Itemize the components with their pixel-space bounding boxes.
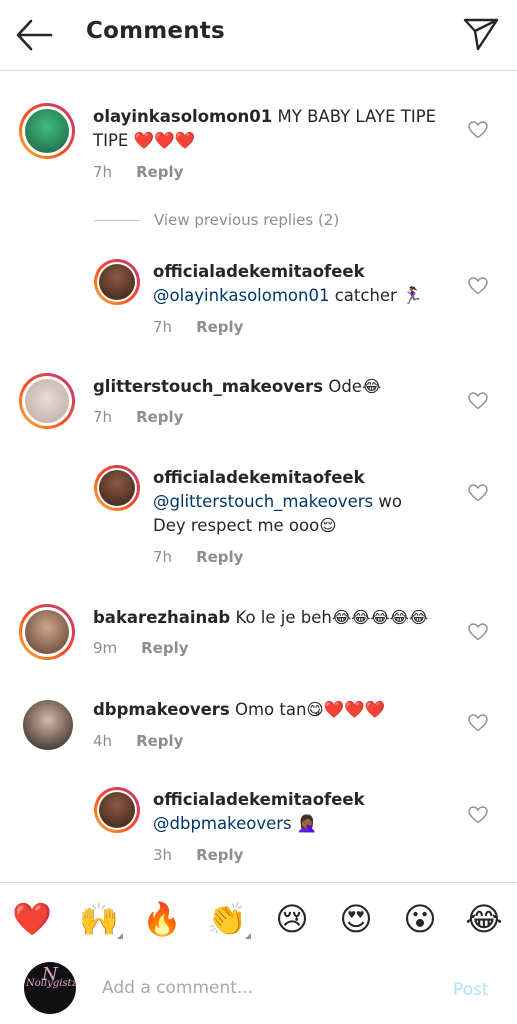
comment-meta: 4h Reply bbox=[93, 732, 183, 750]
like-heart-icon[interactable] bbox=[468, 806, 488, 824]
comment-item: bakarezhainab Ko le je beh😂😂😂😂😂 9m Reply bbox=[0, 596, 517, 676]
reply-button[interactable]: Reply bbox=[136, 163, 183, 181]
avatar[interactable] bbox=[19, 373, 75, 429]
comment-input[interactable] bbox=[102, 978, 422, 998]
like-heart-icon[interactable] bbox=[468, 121, 488, 139]
comment-time: 4h bbox=[93, 732, 113, 750]
top-bar: Comments bbox=[0, 0, 517, 71]
comment-text: officialadekemitaofeek @dbpmakeovers 🤦🏾‍… bbox=[153, 790, 365, 833]
mention-link[interactable]: @glitterstouch_makeovers bbox=[153, 492, 373, 511]
comment-username[interactable]: officialadekemitaofeek bbox=[153, 262, 365, 281]
reply-button[interactable]: Reply bbox=[196, 318, 243, 336]
emoji-crying-face[interactable]: 😢 bbox=[270, 901, 314, 937]
avatar[interactable] bbox=[94, 465, 140, 511]
emoji-surprised-face[interactable]: 😮 bbox=[398, 901, 442, 937]
avatar[interactable] bbox=[19, 604, 75, 660]
comment-text: bakarezhainab Ko le je beh😂😂😂😂😂 bbox=[93, 608, 429, 627]
comment-item: dbpmakeovers Omo tan😋❤️❤️❤️ 4h Reply bbox=[0, 690, 517, 770]
like-heart-icon[interactable] bbox=[468, 623, 488, 641]
comment-time: 3h bbox=[153, 846, 173, 864]
emoji-fire[interactable]: 🔥 bbox=[140, 901, 184, 937]
emoji-tears-of-joy[interactable]: 😂 bbox=[462, 901, 506, 937]
comment-text: dbpmakeovers Omo tan😋❤️❤️❤️ bbox=[93, 700, 386, 719]
avatar[interactable] bbox=[94, 259, 140, 305]
comment-username[interactable]: olayinkasolomon01 bbox=[93, 107, 272, 126]
comment-item: glitterstouch_makeovers Ode😂 7h Reply bbox=[0, 365, 517, 445]
reply-item: officialadekemitaofeek @dbpmakeovers 🤦🏾‍… bbox=[0, 784, 517, 874]
emoji-heart-eyes[interactable]: 😍 bbox=[334, 901, 378, 937]
comment-text: glitterstouch_makeovers Ode😂 bbox=[93, 377, 382, 396]
like-heart-icon[interactable] bbox=[468, 484, 488, 502]
reply-button[interactable]: Reply bbox=[196, 548, 243, 566]
comment-text: officialadekemitaofeek @olayinkasolomon0… bbox=[153, 262, 423, 305]
comment-time: 7h bbox=[93, 163, 113, 181]
comment-username[interactable]: dbpmakeovers bbox=[93, 700, 230, 719]
avatar[interactable] bbox=[94, 787, 140, 833]
comment-username[interactable]: officialadekemitaofeek bbox=[153, 790, 365, 809]
mention-link[interactable]: @dbpmakeovers bbox=[153, 814, 292, 833]
reply-button[interactable]: Reply bbox=[141, 639, 188, 657]
reply-button[interactable]: Reply bbox=[136, 732, 183, 750]
like-heart-icon[interactable] bbox=[468, 392, 488, 410]
mention-link[interactable]: @olayinkasolomon01 bbox=[153, 286, 329, 305]
comment-text: officialadekemitaofeek @glitterstouch_ma… bbox=[153, 468, 402, 535]
comment-item: olayinkasolomon01 MY BABY LAYE TIPE TIPE… bbox=[0, 96, 517, 196]
my-avatar: N Nollygistz bbox=[24, 962, 77, 1014]
comment-username[interactable]: bakarezhainab bbox=[93, 608, 230, 627]
comment-username[interactable]: officialadekemitaofeek bbox=[153, 468, 365, 487]
comment-time: 9m bbox=[93, 639, 118, 657]
avatar[interactable] bbox=[21, 698, 75, 752]
comment-time: 7h bbox=[153, 318, 173, 336]
comment-text: olayinkasolomon01 MY BABY LAYE TIPE TIPE… bbox=[93, 107, 437, 150]
view-previous-replies[interactable]: View previous replies (2) bbox=[94, 211, 339, 229]
comment-composer: N Nollygistz Post bbox=[0, 954, 517, 1024]
reply-button[interactable]: Reply bbox=[196, 846, 243, 864]
reply-item: officialadekemitaofeek @olayinkasolomon0… bbox=[0, 255, 517, 345]
comment-meta: 7h Reply bbox=[93, 163, 183, 181]
emoji-quick-bar: ❤️ 🙌 🔥 👏 😢 😍 😮 😂 bbox=[0, 882, 517, 955]
comment-time: 7h bbox=[93, 408, 113, 426]
avatar[interactable] bbox=[19, 103, 75, 159]
like-heart-icon[interactable] bbox=[468, 277, 488, 295]
comment-meta: 9m Reply bbox=[93, 639, 189, 657]
post-button[interactable]: Post bbox=[453, 980, 489, 1000]
reply-button[interactable]: Reply bbox=[136, 408, 183, 426]
emoji-heart[interactable]: ❤️ bbox=[10, 901, 54, 937]
reply-item: officialadekemitaofeek @glitterstouch_ma… bbox=[0, 462, 517, 572]
comment-meta: 7h Reply bbox=[93, 408, 183, 426]
comment-username[interactable]: glitterstouch_makeovers bbox=[93, 377, 323, 396]
comment-meta: 3h Reply bbox=[153, 846, 243, 864]
page-title: Comments bbox=[86, 18, 225, 44]
direct-message-icon[interactable] bbox=[462, 16, 500, 52]
like-heart-icon[interactable] bbox=[468, 714, 488, 732]
emoji-raising-hands[interactable]: 🙌 bbox=[77, 901, 123, 939]
comment-meta: 7h Reply bbox=[153, 318, 243, 336]
comment-meta: 7h Reply bbox=[153, 548, 243, 566]
comment-time: 7h bbox=[153, 548, 173, 566]
emoji-clapping-hands[interactable]: 👏 bbox=[205, 901, 251, 939]
back-arrow-icon[interactable] bbox=[15, 18, 53, 52]
